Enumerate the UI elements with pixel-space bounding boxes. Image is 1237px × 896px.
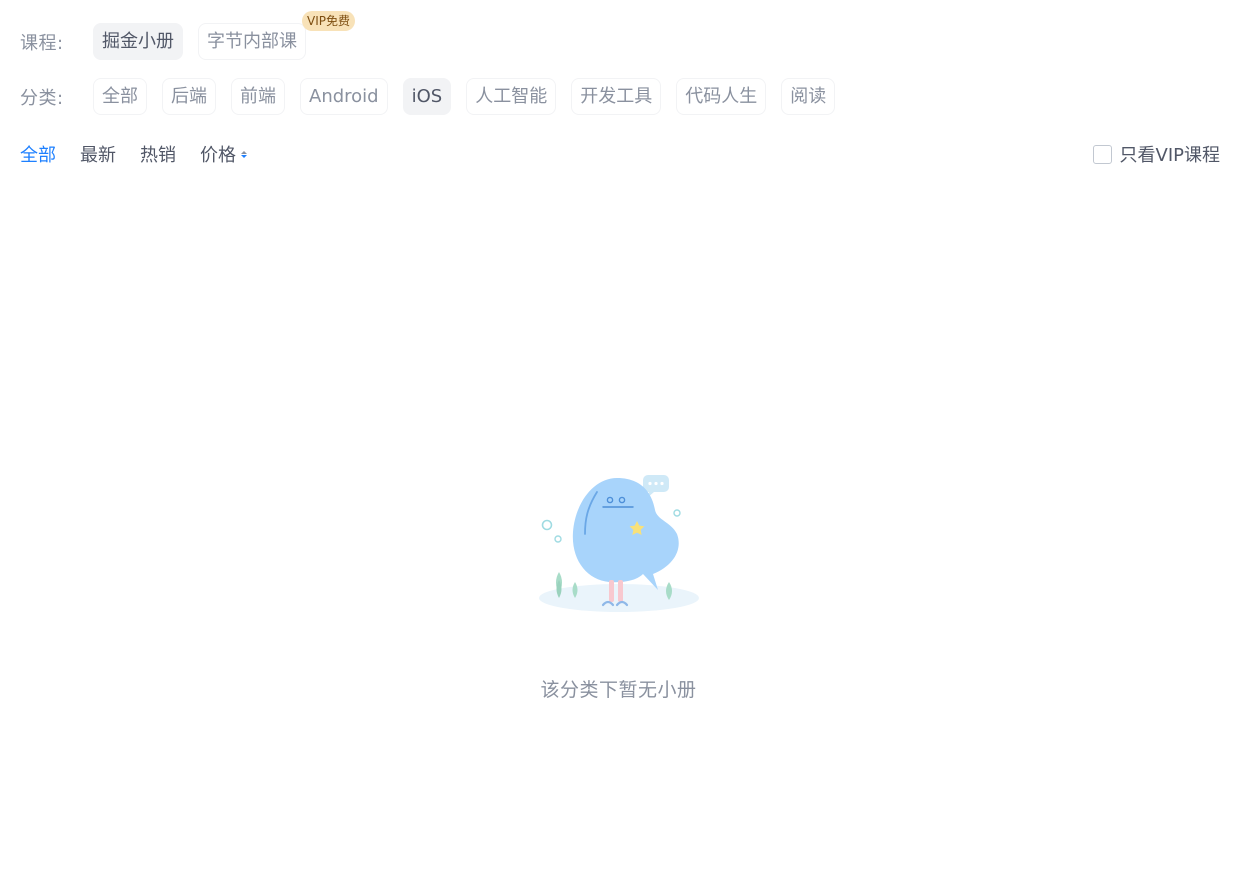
sort-price-label: 价格: [200, 145, 236, 166]
chip-label: 掘金小册: [102, 31, 174, 52]
sort-price[interactable]: 价格: [200, 141, 247, 167]
chip-course-juejin-booklet[interactable]: 掘金小册: [93, 23, 183, 60]
chip-label: 后端: [171, 86, 207, 107]
empty-state-message: 该分类下暂无小册: [540, 679, 697, 701]
vip-free-badge: VIP免费: [302, 11, 355, 31]
chip-category-code-life[interactable]: 代码人生: [676, 78, 767, 115]
sort-bar: 全部 最新 热销 价格 只看VIP课程: [20, 140, 1220, 168]
chip-course-bytedance-internal[interactable]: 字节内部课 VIP免费: [198, 11, 355, 60]
empty-state: 该分类下暂无小册: [0, 470, 1237, 702]
sort-bestselling[interactable]: 热销: [140, 141, 176, 167]
category-filter-row: 分类: 全部 后端 前端 Android iOS 人工智能 开发工具 代码人生 …: [20, 78, 850, 115]
chip-label: 前端: [240, 86, 276, 107]
chip-category-backend[interactable]: 后端: [162, 78, 216, 115]
vip-only-checkbox[interactable]: [1092, 144, 1112, 164]
chip-label: iOS: [411, 86, 443, 107]
sort-newest[interactable]: 最新: [80, 141, 116, 167]
empty-mascot-illustration: [539, 475, 699, 612]
chip-category-ios[interactable]: iOS: [402, 78, 452, 115]
chip-category-android[interactable]: Android: [300, 78, 388, 115]
vip-only-toggle[interactable]: 只看VIP课程: [1092, 141, 1220, 167]
course-filter-label: 课程:: [20, 32, 64, 54]
chip-label: 人工智能: [475, 86, 548, 107]
vip-only-label: 只看VIP课程: [1119, 145, 1220, 166]
chip-category-ai[interactable]: 人工智能: [466, 78, 557, 115]
chip-category-reading[interactable]: 阅读: [781, 78, 836, 115]
sort-arrows-icon: [241, 150, 247, 158]
sort-all[interactable]: 全部: [20, 141, 56, 167]
chip-label: 开发工具: [580, 86, 653, 107]
chip-category-all[interactable]: 全部: [93, 78, 147, 115]
chip-label: 代码人生: [685, 86, 758, 107]
chip-category-frontend[interactable]: 前端: [231, 78, 285, 115]
category-filter-label: 分类:: [20, 87, 64, 109]
course-filter-row: 课程: 掘金小册 字节内部课 VIP免费: [20, 11, 355, 60]
chip-category-dev-tools[interactable]: 开发工具: [571, 78, 662, 115]
chip-label: Android: [309, 86, 379, 107]
chip-label: 全部: [102, 86, 138, 107]
chip-label: 字节内部课: [207, 31, 297, 52]
chip-label: 阅读: [790, 86, 827, 107]
